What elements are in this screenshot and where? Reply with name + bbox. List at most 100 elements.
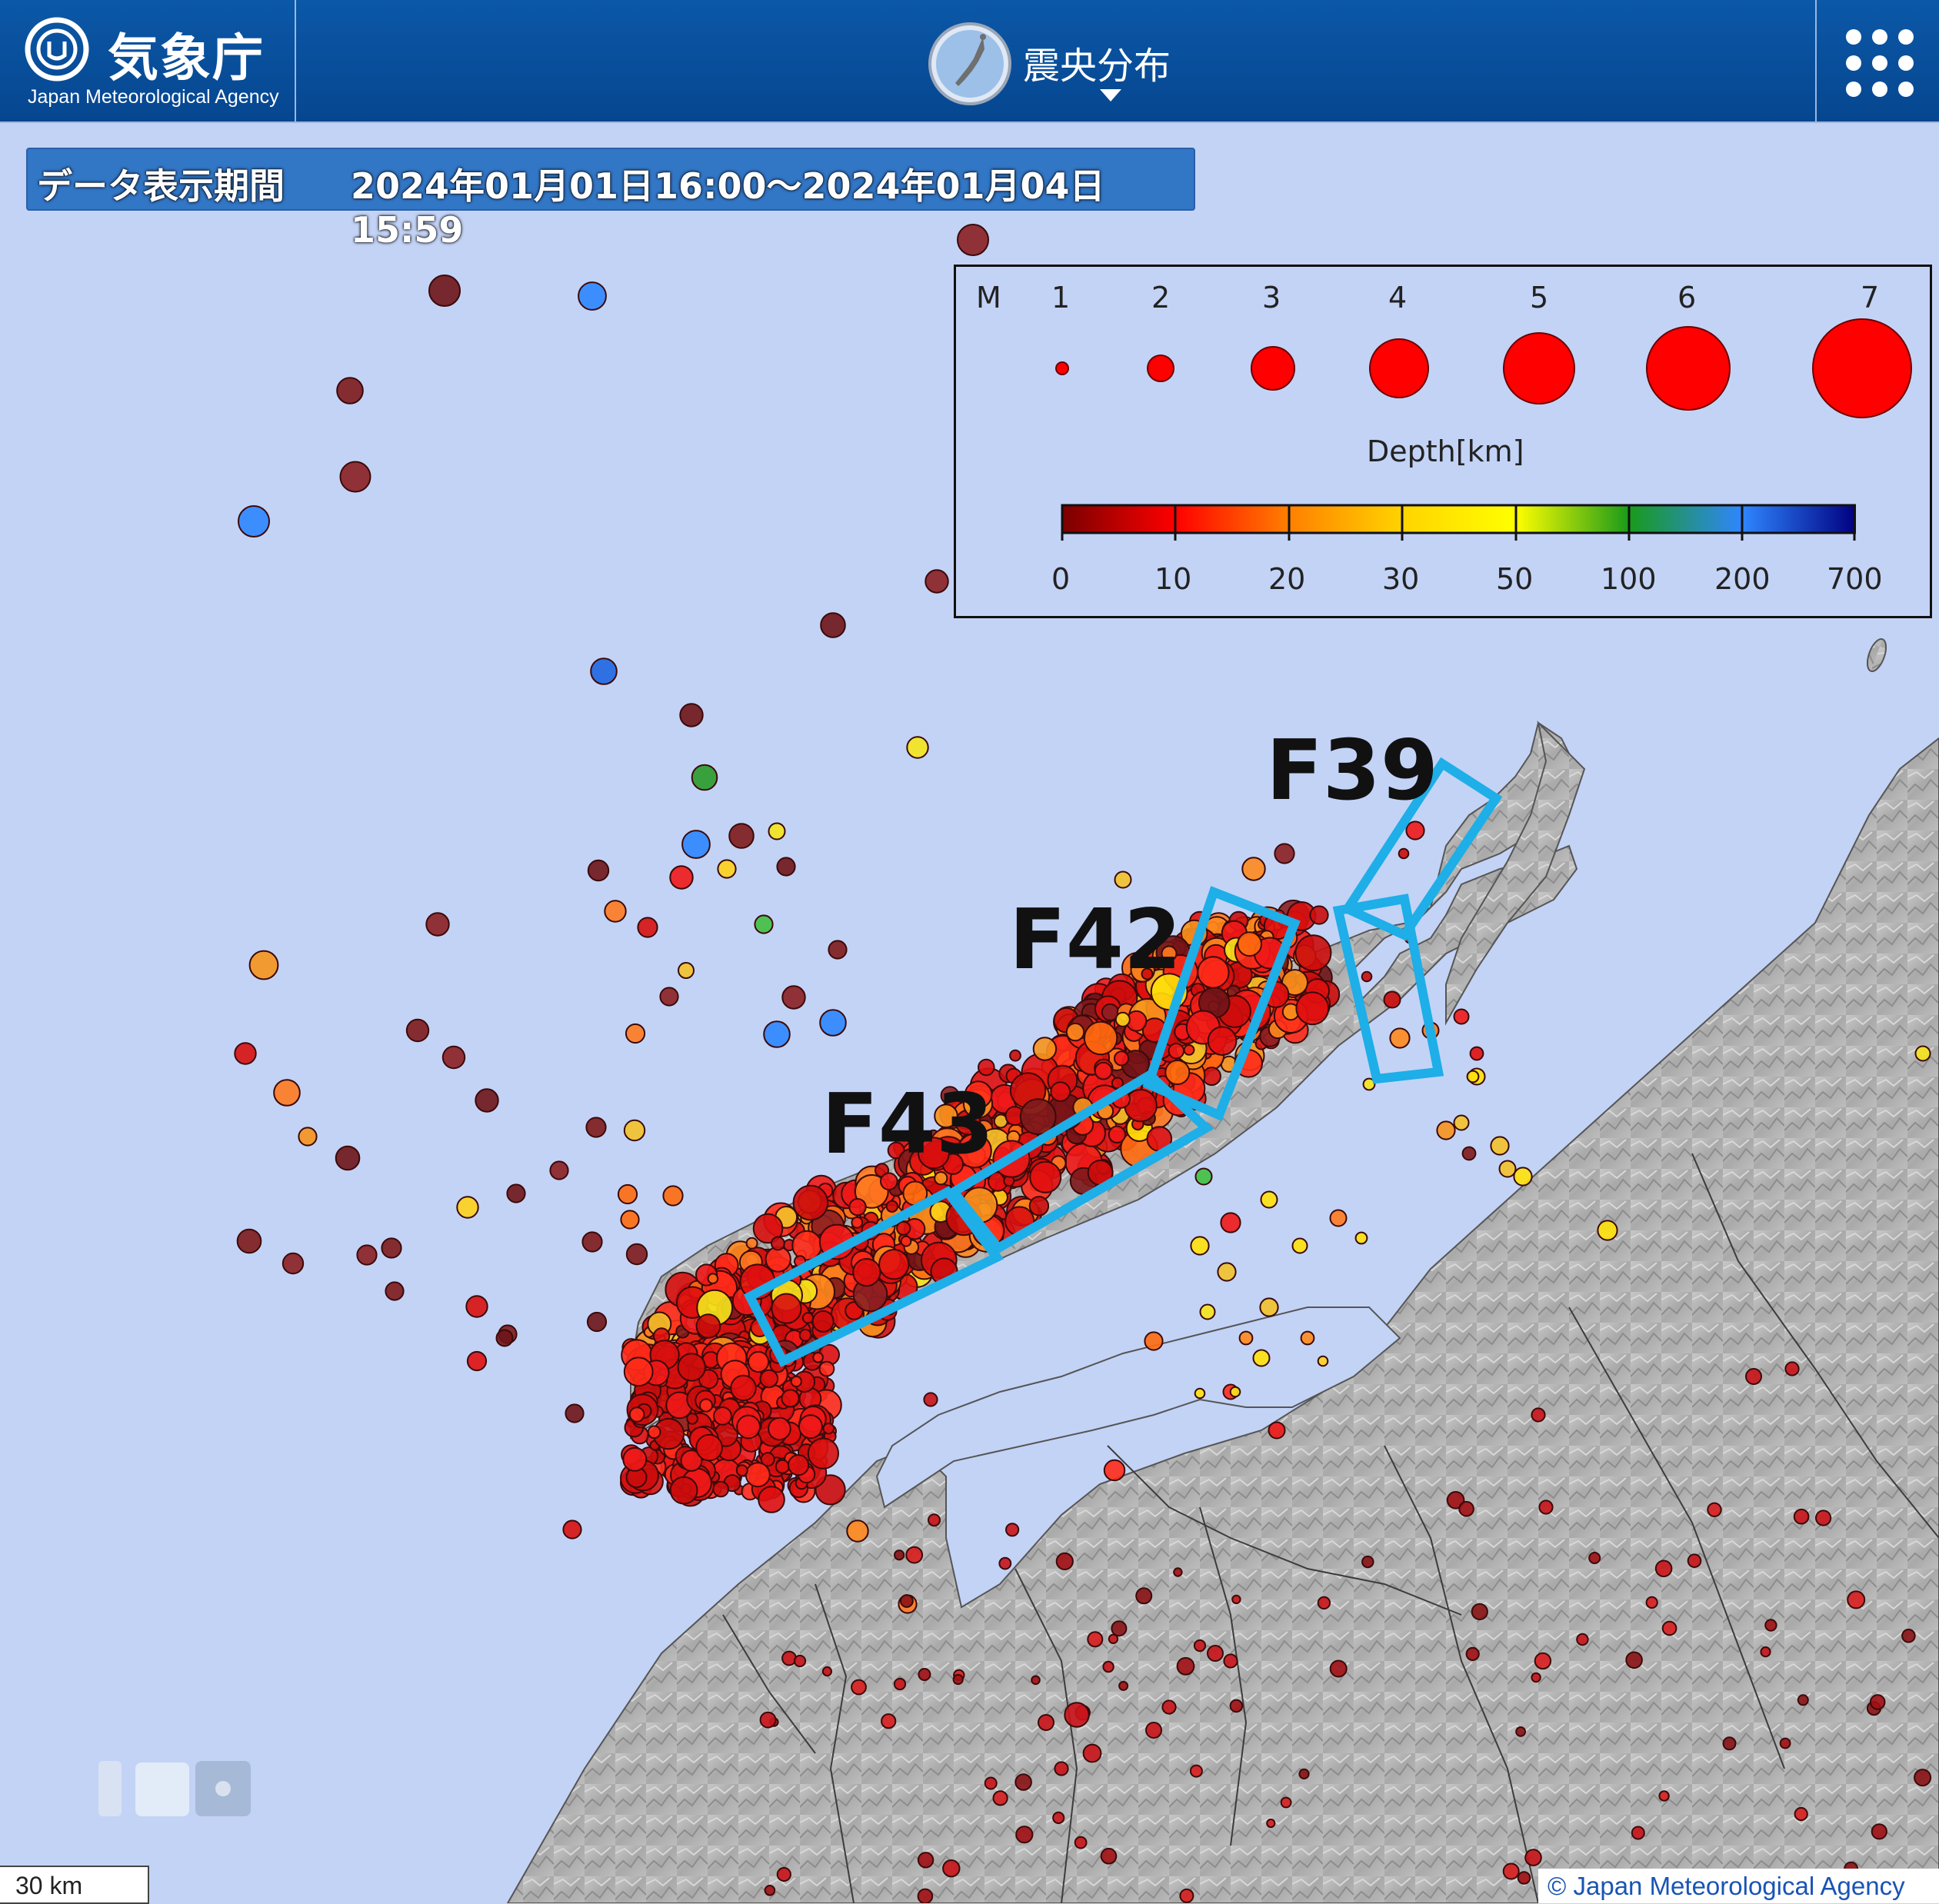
earthquake-marker[interactable] (465, 1295, 488, 1318)
earthquake-marker[interactable] (1009, 1049, 1021, 1062)
earthquake-marker[interactable] (691, 764, 718, 791)
earthquake-marker[interactable] (428, 275, 461, 307)
earthquake-marker[interactable] (1108, 1125, 1127, 1144)
earthquake-marker[interactable] (1453, 1008, 1470, 1025)
earthquake-marker[interactable] (900, 1235, 912, 1247)
earthquake-marker[interactable] (896, 1220, 911, 1236)
earthquake-marker[interactable] (1524, 1849, 1542, 1866)
earthquake-marker[interactable] (1291, 1237, 1308, 1254)
earthquake-marker[interactable] (851, 1679, 867, 1696)
earthquake-marker[interactable] (385, 1281, 405, 1301)
earthquake-marker[interactable] (745, 1237, 758, 1250)
earthquake-marker[interactable] (828, 940, 848, 960)
earthquake-marker[interactable] (790, 1375, 802, 1388)
earthquake-marker[interactable] (1309, 905, 1329, 925)
earthquake-marker[interactable] (1329, 1209, 1348, 1227)
earthquake-marker[interactable] (848, 1198, 867, 1217)
earthquake-marker[interactable] (1531, 1672, 1541, 1683)
earthquake-marker[interactable] (1223, 1653, 1238, 1669)
earthquake-marker[interactable] (893, 1677, 907, 1691)
earthquake-marker[interactable] (1466, 1070, 1480, 1083)
earthquake-marker[interactable] (1252, 1349, 1271, 1367)
menu-button[interactable] (1815, 0, 1939, 121)
earthquake-marker[interactable] (851, 1216, 864, 1229)
earthquake-marker[interactable] (623, 1119, 646, 1142)
earthquake-marker[interactable] (1654, 1559, 1673, 1578)
earthquake-marker[interactable] (1074, 1836, 1088, 1849)
earthquake-marker[interactable] (1114, 870, 1132, 889)
earthquake-marker[interactable] (578, 281, 607, 311)
earthquake-marker[interactable] (1625, 1651, 1643, 1669)
earthquake-marker[interactable] (1869, 1694, 1886, 1710)
earthquake-marker[interactable] (1241, 857, 1266, 881)
earthquake-marker[interactable] (900, 1594, 914, 1608)
earthquake-marker[interactable] (1722, 1736, 1737, 1751)
earthquake-marker[interactable] (562, 1520, 582, 1540)
earthquake-marker[interactable] (925, 569, 949, 594)
earthquake-marker[interactable] (917, 1852, 935, 1869)
earthquake-marker[interactable] (713, 1406, 732, 1426)
earthquake-marker[interactable] (1259, 1297, 1279, 1317)
earthquake-marker[interactable] (1103, 1459, 1126, 1482)
earthquake-marker[interactable] (1914, 1769, 1932, 1787)
earthquake-marker[interactable] (647, 1425, 661, 1440)
earthquake-marker[interactable] (1517, 1871, 1531, 1885)
earthquake-marker[interactable] (818, 1360, 835, 1377)
earthquake-marker[interactable] (793, 1654, 807, 1668)
earthquake-marker[interactable] (1847, 1590, 1866, 1609)
earthquake-marker[interactable] (1207, 1026, 1238, 1056)
earthquake-marker[interactable] (441, 1045, 466, 1070)
earthquake-marker[interactable] (776, 1866, 791, 1882)
earthquake-marker[interactable] (662, 1185, 684, 1207)
earthquake-marker[interactable] (798, 1328, 812, 1342)
earthquake-marker[interactable] (587, 859, 610, 882)
earthquake-marker[interactable] (781, 1650, 797, 1666)
earthquake-marker[interactable] (1183, 1044, 1195, 1056)
earthquake-marker[interactable] (495, 1329, 514, 1347)
earthquake-marker[interactable] (1490, 1136, 1510, 1156)
earthquake-marker[interactable] (1268, 1421, 1286, 1440)
earthquake-marker[interactable] (1145, 1722, 1162, 1739)
earthquake-marker[interactable] (1065, 1022, 1085, 1042)
earthquake-marker[interactable] (1398, 847, 1410, 860)
earthquake-marker[interactable] (1050, 1081, 1071, 1102)
earthquake-marker[interactable] (934, 1171, 948, 1186)
earthquake-marker[interactable] (604, 900, 627, 923)
earthquake-marker[interactable] (248, 950, 279, 980)
earthquake-marker[interactable] (1914, 1045, 1931, 1062)
earthquake-marker[interactable] (381, 1237, 402, 1259)
earthquake-marker[interactable] (466, 1350, 488, 1372)
earthquake-marker[interactable] (821, 1666, 833, 1677)
earthquake-marker[interactable] (679, 703, 704, 727)
earthquake-marker[interactable] (1114, 1011, 1131, 1027)
earthquake-marker[interactable] (565, 1403, 585, 1423)
earthquake-marker[interactable] (1220, 1212, 1241, 1233)
earthquake-marker[interactable] (1194, 1167, 1213, 1186)
earthquake-marker[interactable] (759, 1711, 777, 1729)
earthquake-marker[interactable] (659, 987, 679, 1007)
earthquake-marker[interactable] (1266, 1818, 1276, 1829)
earthquake-marker[interactable] (1229, 1699, 1244, 1713)
earthquake-marker[interactable] (1465, 1646, 1480, 1661)
earthquake-marker[interactable] (819, 1009, 847, 1037)
earthquake-marker[interactable] (1515, 1726, 1526, 1737)
earthquake-marker[interactable] (758, 1486, 785, 1513)
earthquake-marker[interactable] (1064, 1702, 1090, 1728)
earthquake-marker[interactable] (942, 1859, 961, 1878)
earthquake-marker[interactable] (669, 865, 694, 890)
earthquake-marker[interactable] (1797, 1694, 1809, 1706)
earthquake-marker[interactable] (1052, 1811, 1065, 1824)
earthquake-marker[interactable] (1383, 990, 1401, 1009)
earthquake-marker[interactable] (820, 612, 846, 638)
earthquake-marker[interactable] (894, 1549, 905, 1561)
earthquake-marker[interactable] (1102, 1660, 1114, 1673)
earthquake-marker[interactable] (775, 1459, 790, 1474)
earthquake-marker[interactable] (1317, 1596, 1331, 1610)
earthquake-marker[interactable] (236, 1228, 262, 1254)
earthquake-marker[interactable] (1032, 1037, 1058, 1061)
earthquake-marker[interactable] (1631, 1826, 1645, 1840)
japan-globe-icon[interactable] (928, 22, 1012, 106)
earthquake-marker[interactable] (1760, 1646, 1771, 1658)
earthquake-marker[interactable] (923, 1392, 938, 1407)
earthquake-marker[interactable] (735, 1464, 748, 1477)
